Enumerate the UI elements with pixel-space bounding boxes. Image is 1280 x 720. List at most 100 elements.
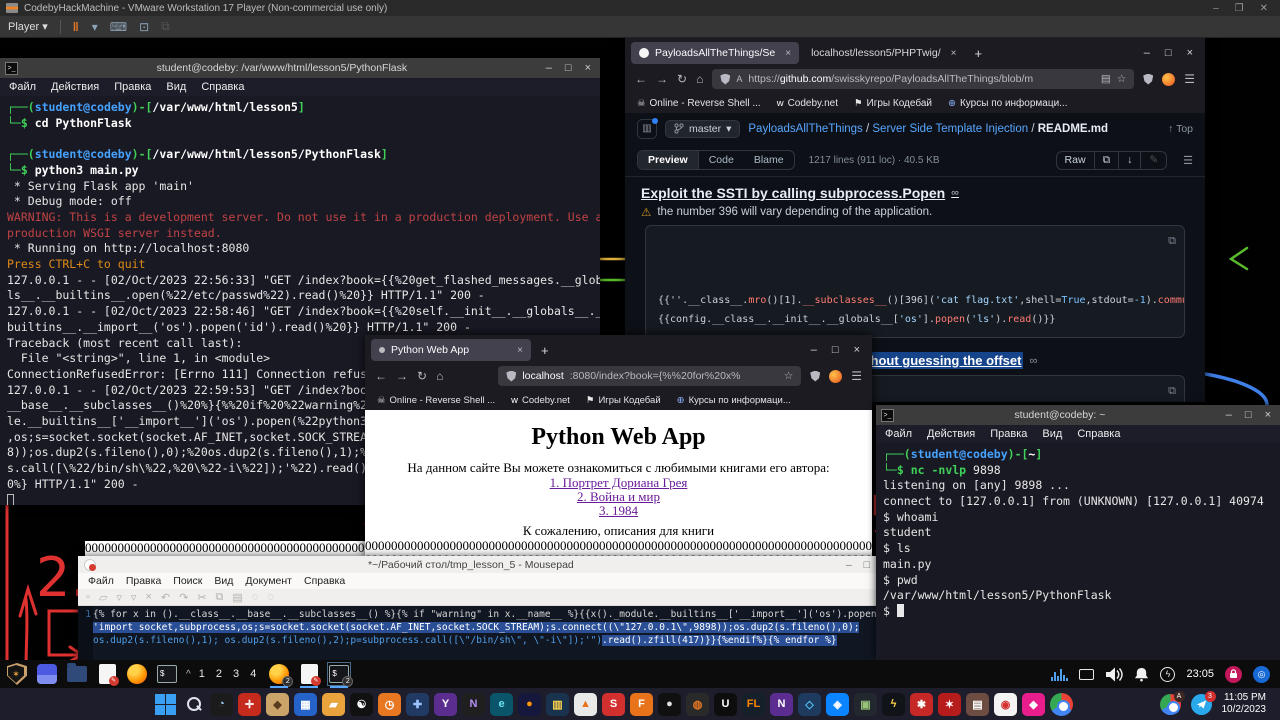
vmware-minimize-button[interactable]: –	[1213, 3, 1219, 14]
mousepad-launcher-icon[interactable]	[96, 663, 118, 685]
code-block-subprocess[interactable]: ⧉ {{''.__class__.mro()[1].__subclasses__…	[645, 225, 1185, 338]
open-firefox-window-icon[interactable]: 2	[268, 663, 290, 685]
taskbar-app-icon[interactable]: S	[602, 693, 625, 716]
power-manager-icon[interactable]: ϟ	[1160, 667, 1175, 682]
app-menu-icon[interactable]: ☰	[851, 369, 862, 383]
file-tree-toggle-icon[interactable]: ▥	[637, 119, 657, 139]
taskbar-app-icon[interactable]: ◷	[378, 693, 401, 716]
taskbar-app-icon[interactable]: ▥	[546, 693, 569, 716]
bookmark-item[interactable]: wCodeby.net	[777, 98, 838, 109]
menu-item[interactable]: Действия	[927, 428, 975, 440]
terminal-netcat-output[interactable]: ┌──(student@codeby)-[~]└─$ nc -nvlp 9898…	[876, 443, 1280, 660]
file-manager-icon[interactable]	[66, 663, 88, 685]
tab-close-icon[interactable]: ×	[951, 48, 957, 59]
terminal-netcat-titlebar[interactable]: >_ student@codeby: ~ – □ ×	[876, 405, 1280, 425]
taskbar-app-icon[interactable]: N	[770, 693, 793, 716]
new-tab-button[interactable]: +	[541, 343, 549, 358]
taskbar-app-icon[interactable]: ●	[658, 693, 681, 716]
vm-clock[interactable]: 23:05	[1186, 668, 1214, 680]
taskbar-app-icon[interactable]: ◉	[994, 693, 1017, 716]
player-menu-button[interactable]: Player ▾	[8, 20, 48, 33]
minimize-button[interactable]: –	[811, 344, 817, 356]
windows-start-icon[interactable]	[154, 693, 177, 716]
book-link-2[interactable]: 2. Война и мир	[365, 490, 872, 504]
panel-expand-icon[interactable]: ^	[186, 669, 191, 680]
taskbar-app-icon[interactable]: Y	[434, 693, 457, 716]
taskbar-app-icon[interactable]: ◔	[210, 693, 233, 716]
taskbar-app-icon[interactable]: ✱	[910, 693, 933, 716]
show-desktop-icon[interactable]	[36, 663, 58, 685]
menu-item[interactable]: Справка	[201, 81, 244, 93]
taskbar-app-icon[interactable]: ✚	[406, 693, 429, 716]
bookmark-star-icon[interactable]: ☆	[784, 370, 793, 382]
menu-item[interactable]: Файл	[88, 575, 114, 587]
vm-start-menu-icon[interactable]: ✶	[6, 663, 28, 685]
home-icon[interactable]: ⌂	[696, 72, 703, 86]
taskbar-app-icon[interactable]: ▲	[574, 693, 597, 716]
terminal-launcher-icon[interactable]: $	[156, 663, 178, 685]
open-mousepad-window-icon[interactable]	[298, 663, 320, 685]
taskbar-app-icon[interactable]: ▤	[966, 693, 989, 716]
taskbar-app-icon[interactable]: ◆	[1022, 693, 1045, 716]
maximize-button[interactable]: □	[1245, 409, 1252, 421]
reload-icon[interactable]: ↻	[417, 369, 427, 383]
taskbar-app-icon[interactable]: ◈	[826, 693, 849, 716]
back-icon[interactable]: ←	[635, 72, 647, 86]
tracking-protection-icon[interactable]	[810, 371, 820, 382]
close-file-icon[interactable]: ×	[145, 591, 151, 603]
menu-item[interactable]: Справка	[1077, 428, 1120, 440]
open-terminal-window-icon[interactable]: $ 2	[328, 663, 350, 685]
windows-search-icon[interactable]	[182, 693, 205, 716]
maximize-button[interactable]: □	[832, 344, 839, 356]
bookmark-item[interactable]: ⚑Игры Кодебай	[854, 98, 932, 109]
send-ctrl-alt-del-icon[interactable]: ⌨	[110, 20, 127, 34]
reload-icon[interactable]: ↻	[677, 72, 687, 86]
pause-dropdown-icon[interactable]: ▾	[92, 20, 98, 34]
menu-item[interactable]: Документ	[245, 575, 292, 587]
tab-payloadsallthethings[interactable]: PayloadsAllTheThings/Se ×	[631, 42, 799, 64]
taskbar-app-icon[interactable]: FL	[742, 693, 765, 716]
notifications-bell-icon[interactable]	[1134, 667, 1149, 682]
menu-item[interactable]: Действия	[51, 81, 99, 93]
menu-item[interactable]: Файл	[9, 81, 36, 93]
bookmark-item[interactable]: ⊕Курсы по информаци...	[948, 98, 1068, 109]
menu-item[interactable]: Справка	[304, 575, 345, 587]
menu-item[interactable]: Поиск	[173, 575, 202, 587]
telegram-tray-icon[interactable]: 3	[1191, 694, 1212, 715]
firefox-account-icon[interactable]	[1162, 73, 1175, 86]
menu-item[interactable]: Вид	[166, 81, 186, 93]
maximize-button[interactable]: □	[1165, 47, 1172, 59]
taskbar-app-icon[interactable]: ✶	[938, 693, 961, 716]
workspace-switcher[interactable]: 1 2 3 4	[199, 668, 261, 680]
taskbar-app-icon[interactable]: ▣	[854, 693, 877, 716]
vmware-maximize-button[interactable]: ❐	[1235, 3, 1244, 14]
fullscreen-icon[interactable]: ⊡	[139, 20, 149, 34]
copy-code-icon[interactable]: ⧉	[1168, 232, 1176, 251]
copy-raw-icon[interactable]: ⧉	[1095, 152, 1120, 169]
close-button[interactable]: ×	[1187, 47, 1193, 59]
paste-icon[interactable]: ▤	[232, 591, 242, 604]
vmware-close-button[interactable]: ✕	[1260, 3, 1268, 14]
maximize-button[interactable]: □	[565, 62, 572, 74]
url-bar[interactable]: localhost:8080/index?book={%%20for%20x% …	[498, 366, 801, 386]
chrome-tray-icon[interactable]: A	[1160, 694, 1181, 715]
minimize-button[interactable]: –	[546, 62, 552, 74]
taskbar-app-icon[interactable]: ☯	[350, 693, 373, 716]
url-bar[interactable]: A https://github.com/swisskyrepo/Payload…	[712, 69, 1134, 89]
close-button[interactable]: ×	[1265, 409, 1271, 421]
payload-code[interactable]: {% for x in ().__class__.__base__.__subc…	[93, 606, 878, 660]
search-replace-icon[interactable]: ◌	[267, 591, 274, 603]
tab-preview[interactable]: Preview	[638, 151, 699, 169]
branch-selector-button[interactable]: master ▾	[665, 120, 740, 138]
taskbar-app-icon[interactable]: U	[714, 693, 737, 716]
minimize-button[interactable]: –	[1226, 409, 1232, 421]
book-link-3[interactable]: 3. 1984	[365, 504, 872, 518]
download-icon[interactable]: ↓	[1119, 152, 1141, 169]
back-icon[interactable]: ←	[375, 369, 387, 383]
breadcrumb-repo-link[interactable]: PayloadsAllTheThings	[748, 123, 862, 135]
menu-item[interactable]: Файл	[885, 428, 912, 440]
taskbar-app-icon[interactable]: F	[630, 693, 653, 716]
heading-link-icon[interactable]: ∞	[951, 187, 959, 199]
pause-vm-button[interactable]: ‖	[73, 20, 80, 34]
screen-lock-icon[interactable]	[1225, 666, 1242, 683]
